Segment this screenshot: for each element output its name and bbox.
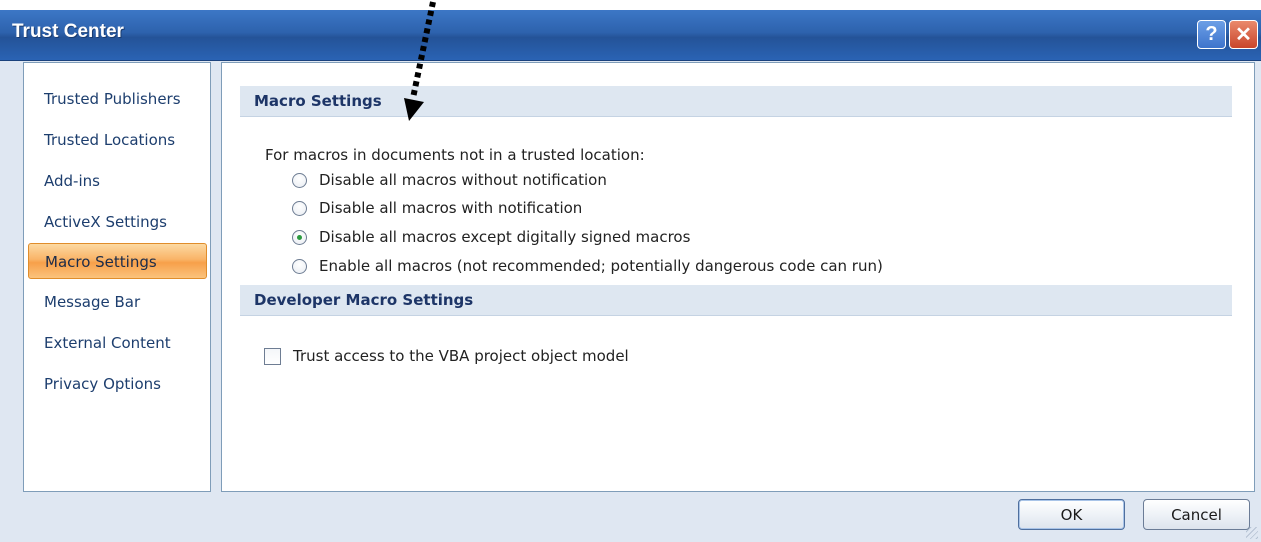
- macro-option-disable-no-notification[interactable]: Disable all macros without notification: [292, 169, 607, 191]
- ok-button[interactable]: OK: [1018, 499, 1125, 530]
- option-label: Enable all macros (not recommended; pote…: [319, 257, 883, 275]
- help-button[interactable]: ?: [1197, 20, 1226, 49]
- cancel-button[interactable]: Cancel: [1143, 499, 1250, 530]
- macro-option-disable-except-signed[interactable]: Disable all macros except digitally sign…: [292, 226, 690, 248]
- help-icon: ?: [1205, 23, 1218, 45]
- sidebar-item-trusted-publishers[interactable]: Trusted Publishers: [28, 81, 207, 117]
- sidebar-item-external-content[interactable]: External Content: [28, 325, 207, 361]
- close-button[interactable]: ✕: [1229, 20, 1258, 49]
- trust-center-dialog: Trust Center ? ✕ Trusted Publishers Trus…: [0, 10, 1261, 542]
- vba-access-option[interactable]: Trust access to the VBA project object m…: [264, 345, 629, 367]
- close-icon: ✕: [1235, 24, 1252, 46]
- macro-option-disable-with-notification[interactable]: Disable all macros with notification: [292, 197, 582, 219]
- option-label: Disable all macros with notification: [319, 199, 583, 217]
- sidebar-item-add-ins[interactable]: Add-ins: [28, 163, 207, 199]
- developer-macro-settings-header: Developer Macro Settings: [240, 285, 1232, 316]
- macro-intro-text: For macros in documents not in a trusted…: [265, 146, 645, 164]
- radio-button-selected[interactable]: [292, 229, 307, 245]
- sidebar-item-macro-settings[interactable]: Macro Settings: [28, 243, 207, 279]
- macro-option-enable-all[interactable]: Enable all macros (not recommended; pote…: [292, 255, 883, 277]
- sidebar-item-activex-settings[interactable]: ActiveX Settings: [28, 204, 207, 240]
- radio-button[interactable]: [292, 258, 307, 274]
- settings-panel: Macro Settings For macros in documents n…: [221, 62, 1255, 492]
- option-label: Disable all macros without notification: [319, 171, 607, 189]
- radio-button[interactable]: [292, 200, 307, 216]
- sidebar-item-trusted-locations[interactable]: Trusted Locations: [28, 122, 207, 158]
- window-title: Trust Center: [12, 21, 124, 42]
- resize-grip-icon[interactable]: [1246, 527, 1258, 539]
- sidebar-item-privacy-options[interactable]: Privacy Options: [28, 366, 207, 402]
- sidebar-item-message-bar[interactable]: Message Bar: [28, 284, 207, 320]
- radio-button[interactable]: [292, 172, 307, 188]
- vba-access-label: Trust access to the VBA project object m…: [293, 347, 629, 365]
- option-label: Disable all macros except digitally sign…: [319, 228, 691, 246]
- vba-access-checkbox[interactable]: [264, 347, 281, 365]
- category-sidebar: Trusted Publishers Trusted Locations Add…: [23, 62, 211, 492]
- macro-settings-header: Macro Settings: [240, 86, 1232, 117]
- title-bar: Trust Center ? ✕: [0, 10, 1261, 61]
